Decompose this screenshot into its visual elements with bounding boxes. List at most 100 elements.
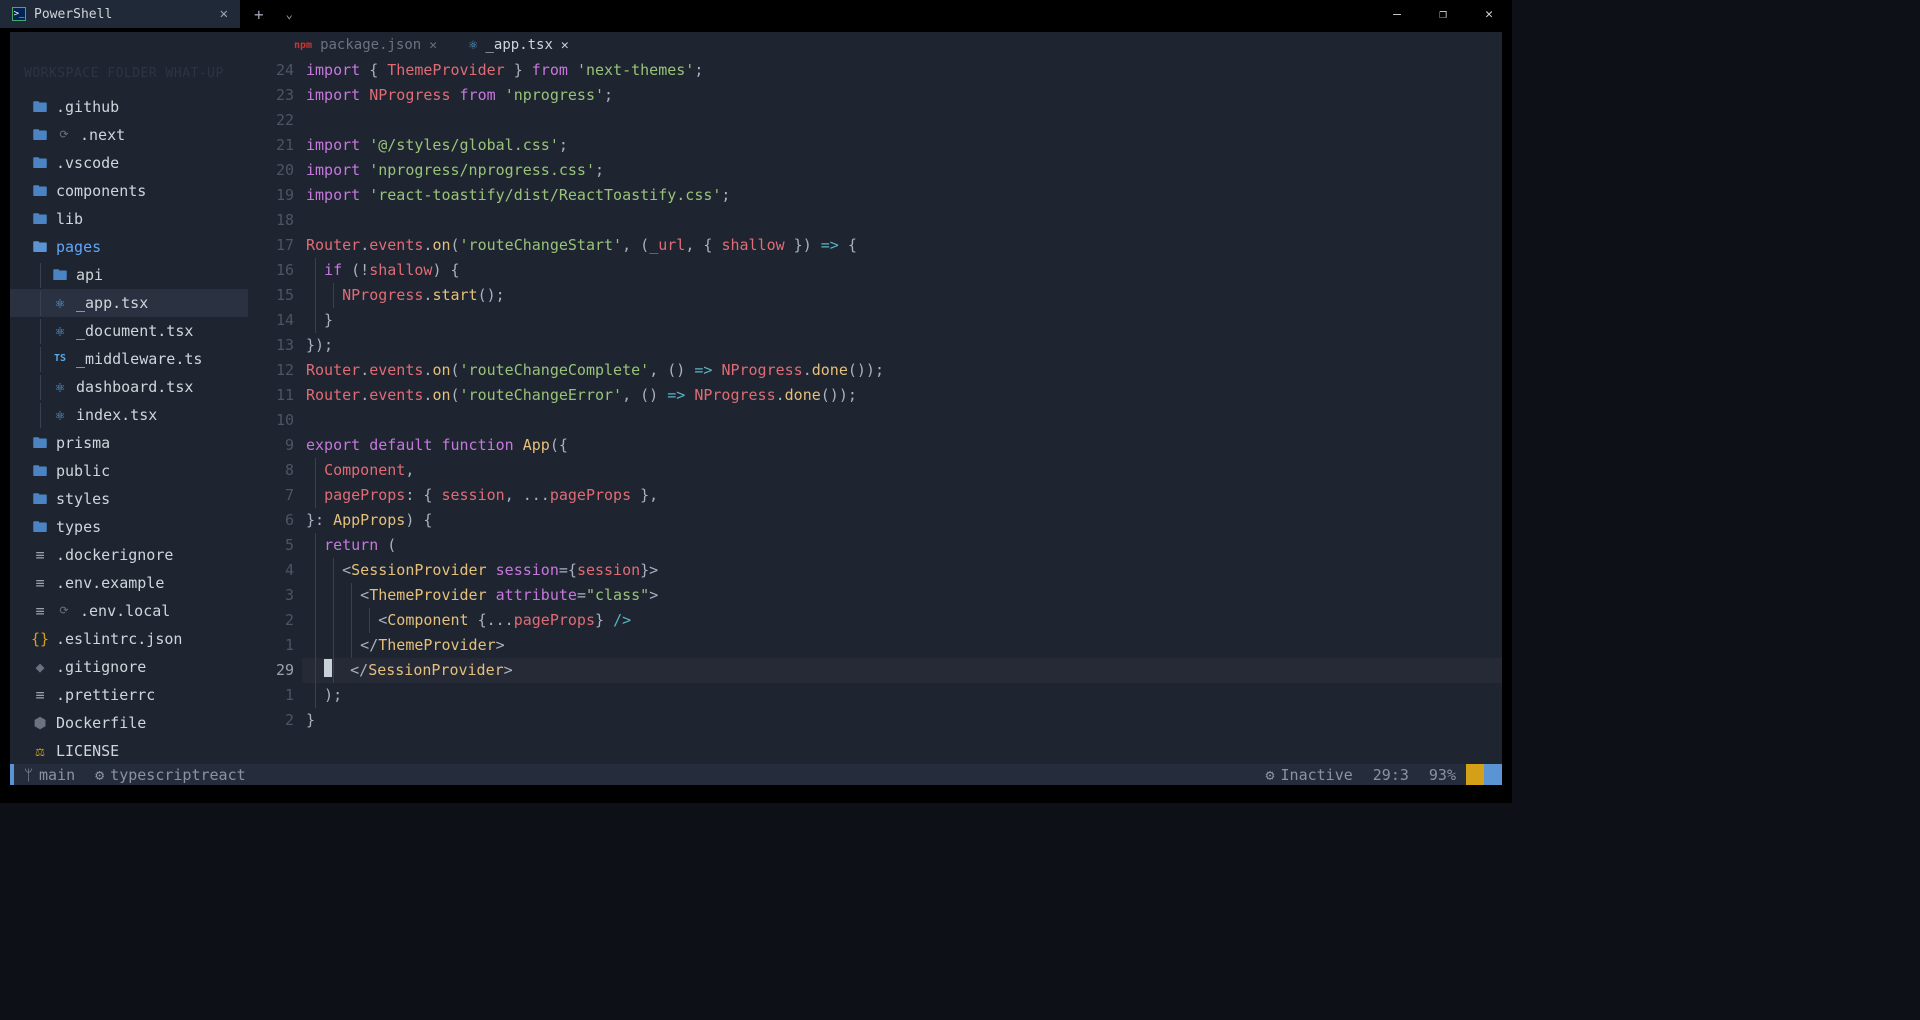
react-icon: ⚛ [469,37,477,53]
tree-item--env-example[interactable]: ≡.env.example [10,569,248,597]
code-line[interactable]: <SessionProvider session={session}> [302,558,1502,583]
git-icon: ◆ [32,655,48,679]
maximize-button[interactable]: ❐ [1420,0,1466,28]
indent-guide [315,533,316,558]
close-icon[interactable]: ✕ [429,38,437,53]
code-line[interactable]: import NProgress from 'nprogress'; [302,83,1502,108]
titlebar: >_ PowerShell ✕ + ⌄ — ❐ ✕ [0,0,1512,28]
cursor-position[interactable]: 29:3 [1363,766,1419,784]
status-box-info [1484,764,1502,785]
tree-item-_app-tsx[interactable]: ⚛_app.tsx [10,289,248,317]
code-line[interactable]: </SessionProvider> [302,658,1502,683]
tree-item-LICENSE[interactable]: ⚖LICENSE [10,737,248,764]
window-frame: >_ PowerShell ✕ + ⌄ — ❐ ✕ npmpackage.jso… [0,0,1512,803]
tree-item-types[interactable]: 🖿 types [10,513,248,541]
line-number: 23 [248,83,294,108]
code-line[interactable]: import 'nprogress/nprogress.css'; [302,158,1502,183]
code-editor[interactable]: 2423222120191817161514131211109876543212… [248,58,1502,764]
code-line[interactable]: } [302,708,1502,733]
tree-item--dockerignore[interactable]: ≡.dockerignore [10,541,248,569]
folder-icon: 🖿 [32,123,48,147]
tree-item-lib[interactable]: 🖿lib [10,205,248,233]
code-line[interactable]: <Component {...pageProps} /> [302,608,1502,633]
tree-item-dashboard-tsx[interactable]: ⚛dashboard.tsx [10,373,248,401]
ts-icon: TS [52,347,68,371]
file-icon: ≡ [32,571,48,595]
new-tab-button[interactable]: + [240,5,278,24]
code-line[interactable]: Router.events.on('routeChangeComplete', … [302,358,1502,383]
sync-icon: ⟳ [56,123,72,147]
tree-item-styles[interactable]: 🖿styles [10,485,248,513]
branch-name: main [39,766,75,784]
tree-item--github[interactable]: 🖿.github [10,93,248,121]
tree-item-prisma[interactable]: 🖿prisma [10,429,248,457]
editor-tab-package-json[interactable]: npmpackage.json✕ [278,32,453,58]
indent-guide [351,608,352,633]
code-line[interactable]: Router.events.on('routeChangeError', () … [302,383,1502,408]
code-line[interactable] [302,408,1502,433]
react-icon: ⚛ [52,375,68,399]
code-line[interactable]: return ( [302,533,1502,558]
tree-item--vscode[interactable]: 🖿.vscode [10,149,248,177]
code-line[interactable] [302,208,1502,233]
line-number: 5 [248,533,294,558]
line-number: 22 [248,108,294,133]
minimize-button[interactable]: — [1374,0,1420,28]
filename: .next [80,123,125,147]
filename: types [56,515,101,539]
tree-item-Dockerfile[interactable]: ⬢Dockerfile [10,709,248,737]
tree-item-_middleware-ts[interactable]: TS _middleware.ts [10,345,248,373]
folder-icon: 🖿 [52,263,68,287]
tree-item-public[interactable]: 🖿public [10,457,248,485]
lic-icon: ⚖ [32,739,48,763]
tree-item--env-local[interactable]: ≡⟳.env.local [10,597,248,625]
file-icon: ≡ [32,599,48,623]
code-line[interactable]: ); [302,683,1502,708]
code-line[interactable]: Component, [302,458,1502,483]
code-line[interactable]: import { ThemeProvider } from 'next-them… [302,58,1502,83]
code-line[interactable]: pageProps: { session, ...pageProps }, [302,483,1502,508]
line-number: 9 [248,433,294,458]
filename: _middleware.ts [76,347,202,371]
code-line[interactable] [302,108,1502,133]
line-number-gutter: 2423222120191817161514131211109876543212… [248,58,302,764]
filename: .dockerignore [56,543,173,567]
indent-guide [315,283,316,308]
code-line[interactable]: import 'react-toastify/dist/ReactToastif… [302,183,1502,208]
code-line[interactable]: Router.events.on('routeChangeStart', (_u… [302,233,1502,258]
code-line[interactable]: import '@/styles/global.css'; [302,133,1502,158]
editor-tab-_app-tsx[interactable]: ⚛_app.tsx✕ [453,32,585,58]
tree-item-components[interactable]: 🖿components [10,177,248,205]
close-icon[interactable]: ✕ [561,38,569,53]
code-line[interactable]: <ThemeProvider attribute="class"> [302,583,1502,608]
editor-app: npmpackage.json✕⚛_app.tsx✕ WORKSPACE FOL… [10,32,1502,785]
line-number: 7 [248,483,294,508]
code-line[interactable]: NProgress.start(); [302,283,1502,308]
copilot-status[interactable]: ⚙ Inactive [1256,766,1363,784]
code-line[interactable]: export default function App({ [302,433,1502,458]
tree-item--next[interactable]: 🖿 ⟳ .next [10,121,248,149]
close-tab-icon[interactable]: ✕ [220,6,228,22]
filename: Dockerfile [56,711,146,735]
terminal-tab-powershell[interactable]: >_ PowerShell ✕ [0,0,240,28]
tree-item--eslintrc-json[interactable]: {}.eslintrc.json [10,625,248,653]
react-icon: ⚛ [52,291,68,315]
code-line[interactable]: </ThemeProvider> [302,633,1502,658]
tree-item--gitignore[interactable]: ◆.gitignore [10,653,248,681]
language-mode[interactable]: ⚙ typescriptreact [85,766,256,784]
tree-item-api[interactable]: 🖿api [10,261,248,289]
tree-item-pages[interactable]: 🖿pages [10,233,248,261]
close-window-button[interactable]: ✕ [1466,0,1512,28]
tree-item-_document-tsx[interactable]: ⚛_document.tsx [10,317,248,345]
git-branch[interactable]: ᛘ main [14,766,85,784]
code-line[interactable]: if (!shallow) { [302,258,1502,283]
code-content[interactable]: import { ThemeProvider } from 'next-them… [302,58,1502,764]
folder-icon: 🖿 [32,515,48,539]
tab-menu-chevron-icon[interactable]: ⌄ [278,7,301,21]
tree-item-index-tsx[interactable]: ⚛index.tsx [10,401,248,429]
code-line[interactable]: }); [302,333,1502,358]
code-line[interactable]: } [302,308,1502,333]
code-line[interactable]: }: AppProps) { [302,508,1502,533]
tree-item--prettierrc[interactable]: ≡.prettierrc [10,681,248,709]
indent-guide [351,633,352,658]
